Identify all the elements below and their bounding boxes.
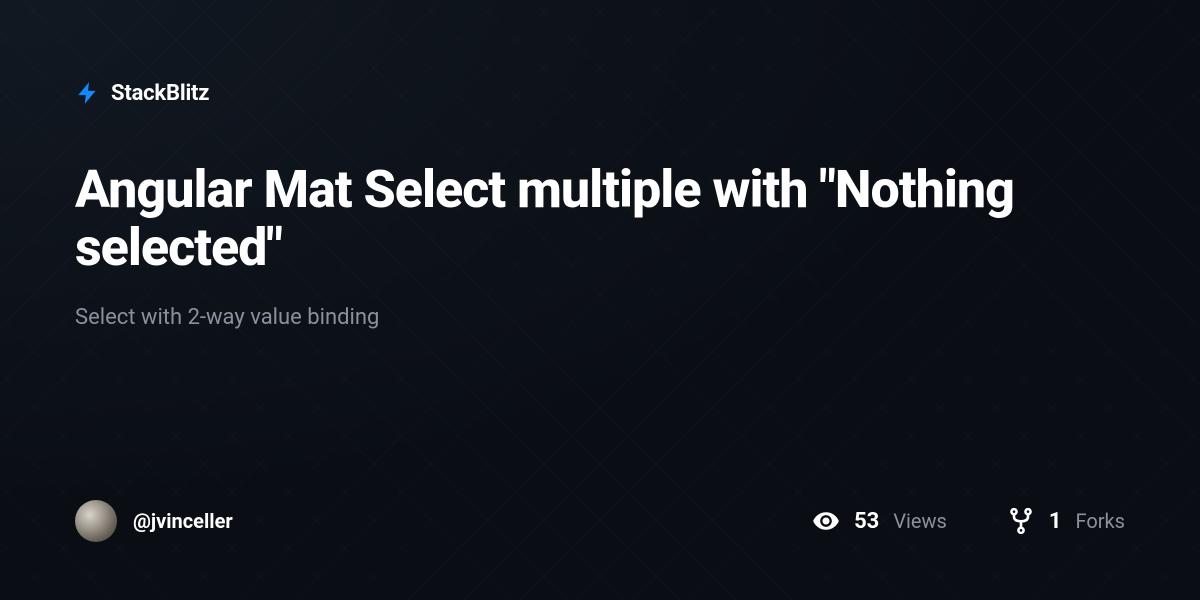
brand: StackBlitz — [75, 80, 1125, 106]
eye-icon — [812, 507, 840, 535]
social-card: StackBlitz Angular Mat Select multiple w… — [0, 0, 1200, 600]
author: @jvinceller — [75, 500, 233, 542]
forks-count: 1 — [1049, 509, 1062, 534]
stat-forks: 1 Forks — [1007, 507, 1125, 535]
avatar — [75, 500, 117, 542]
project-title: Angular Mat Select multiple with "Nothin… — [75, 161, 1125, 277]
fork-icon — [1007, 507, 1035, 535]
views-label: Views — [893, 509, 947, 533]
views-count: 53 — [854, 509, 879, 534]
author-username: @jvinceller — [133, 509, 233, 533]
stats: 53 Views 1 Forks — [812, 507, 1125, 535]
stat-views: 53 Views — [812, 507, 947, 535]
footer: @jvinceller 53 Views — [75, 500, 1125, 542]
lightning-bolt-icon — [75, 80, 101, 106]
forks-label: Forks — [1076, 509, 1126, 533]
project-subtitle: Select with 2-way value binding — [75, 305, 1125, 330]
brand-name: StackBlitz — [111, 81, 209, 106]
